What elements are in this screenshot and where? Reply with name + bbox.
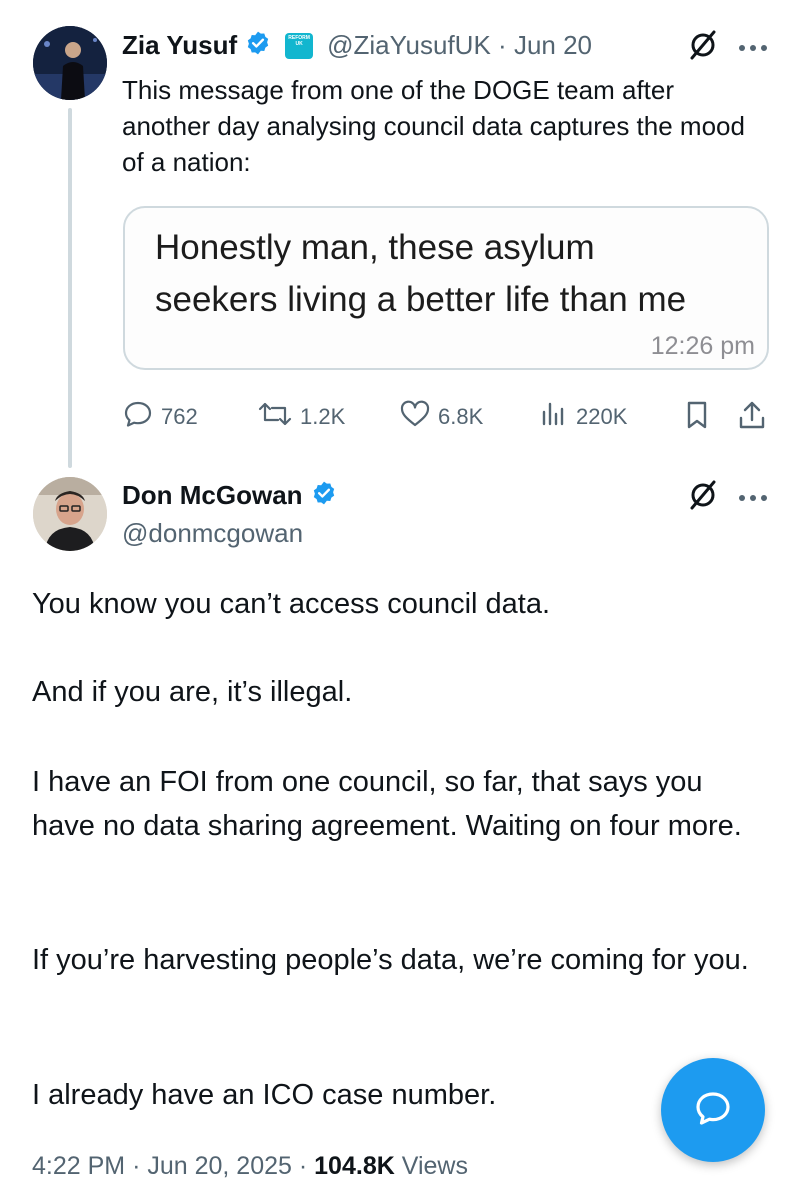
avatar[interactable] [33, 26, 107, 100]
reply-count: 762 [161, 404, 198, 429]
bookmark-icon[interactable] [684, 400, 710, 435]
thread-connector [68, 108, 72, 468]
tweet-paragraph: I have an FOI from one council, so far, … [32, 766, 742, 842]
tweet-date[interactable]: Jun 20 [514, 30, 592, 60]
tweet-time[interactable]: 4:22 PM [32, 1152, 125, 1180]
tweet-metadata: 4:22 PM · Jun 20, 2025 · 104.8K Views [32, 1152, 468, 1180]
tweet-full-date[interactable]: Jun 20, 2025 [147, 1152, 292, 1180]
views-total[interactable]: 104.8K [314, 1152, 395, 1180]
compose-reply-button[interactable] [661, 1058, 765, 1162]
quote-line: seekers living a better life than me [155, 280, 687, 319]
heart-icon [400, 400, 430, 434]
reply-bubble-icon [691, 1086, 735, 1135]
repost-icon [258, 400, 292, 434]
grok-icon[interactable] [688, 480, 718, 515]
analytics-icon [540, 400, 568, 434]
grok-icon[interactable] [688, 30, 718, 65]
author-name[interactable]: Zia Yusuf [122, 30, 237, 61]
like-count: 6.8K [438, 404, 484, 429]
author-handle[interactable]: @donmcgowan [122, 518, 303, 549]
verified-badge-icon [245, 30, 271, 61]
more-options-icon[interactable] [738, 490, 768, 508]
tweet-paragraph: If you’re harvesting people’s data, we’r… [32, 944, 749, 976]
author-handle[interactable]: @ZiaYusufUK [327, 30, 491, 60]
quote-line: Honestly man, these asylum [155, 228, 595, 267]
like-button[interactable]: 6.8K [400, 400, 483, 434]
tweet-paragraph: I already have an ICO case number. [32, 1079, 497, 1111]
more-options-icon[interactable] [738, 40, 768, 58]
tweet-paragraph: And if you are, it’s illegal. [32, 676, 353, 708]
quoted-message-card[interactable]: Honestly man, these asylum seekers livin… [123, 206, 769, 370]
views-label: Views [401, 1152, 468, 1180]
tweet-text: This message from one of the DOGE team a… [122, 75, 745, 177]
message-time: 12:26 pm [650, 332, 755, 360]
verified-badge-icon [311, 480, 337, 511]
tweet-paragraph: You know you can’t access council data. [32, 588, 551, 620]
avatar[interactable] [33, 477, 107, 551]
reply-button[interactable]: 762 [123, 400, 198, 434]
repost-count: 1.2K [300, 404, 346, 429]
repost-button[interactable]: 1.2K [258, 400, 345, 434]
views-button[interactable]: 220K [540, 400, 627, 434]
author-name[interactable]: Don McGowan [122, 480, 303, 511]
views-count: 220K [576, 404, 628, 429]
reply-icon [123, 400, 153, 434]
share-icon[interactable] [738, 400, 766, 435]
affiliate-badge[interactable]: REFORM UK [285, 32, 314, 59]
